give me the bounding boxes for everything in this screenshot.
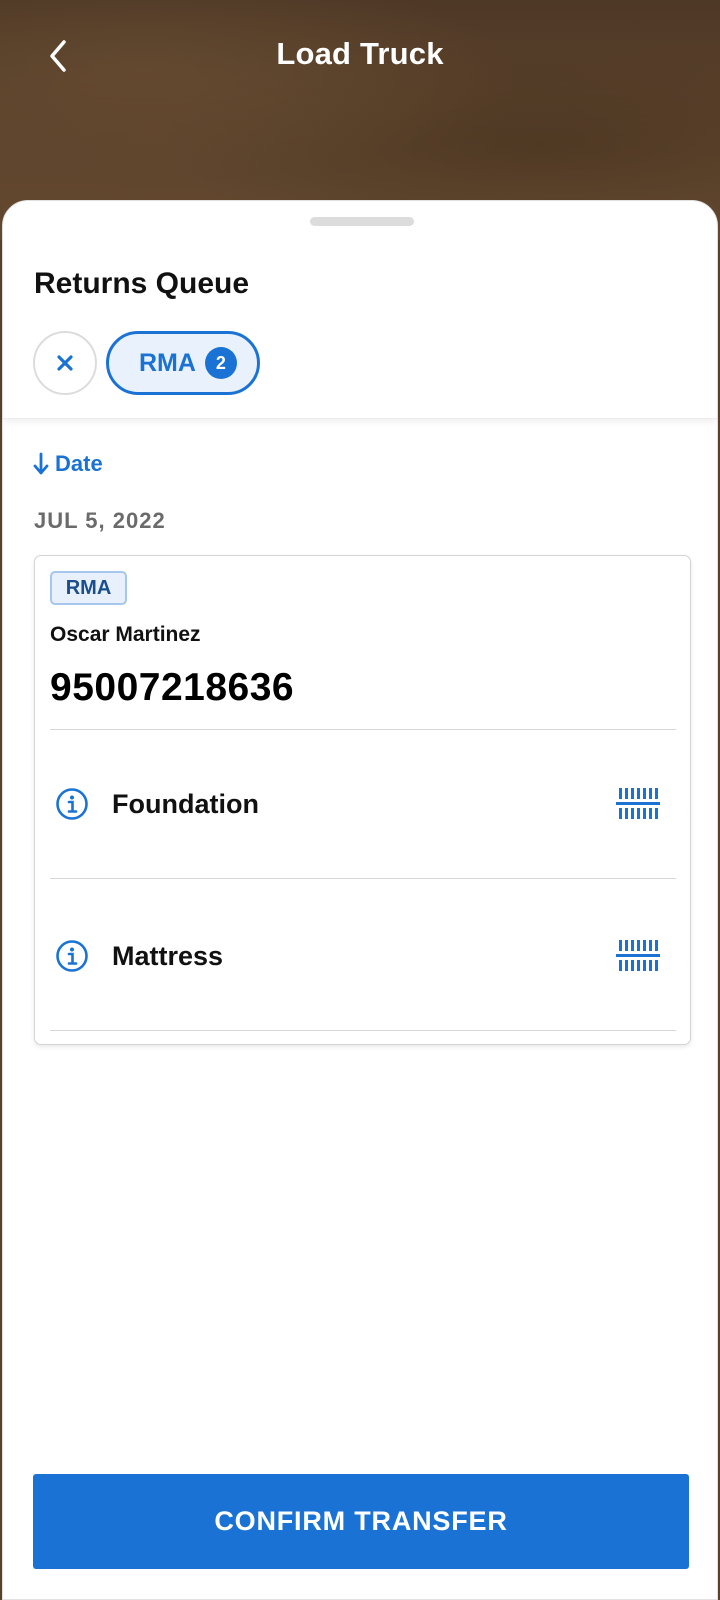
filter-count-badge: 2 <box>204 347 237 379</box>
order-card[interactable]: RMA Oscar Martinez 95007218636 Foundatio… <box>34 555 691 1045</box>
clear-filter-button[interactable] <box>33 331 97 395</box>
order-type-tag: RMA <box>50 571 127 605</box>
customer-name: Oscar Martinez <box>50 623 201 646</box>
sort-by-date-button[interactable]: Date <box>33 451 103 477</box>
sort-label: Date <box>55 451 103 476</box>
arrow-down-icon <box>33 452 49 475</box>
item-name: Foundation <box>112 788 259 819</box>
sheet-drag-handle[interactable] <box>310 217 414 226</box>
barcode-scan-icon[interactable] <box>616 938 660 974</box>
divider <box>50 1030 676 1031</box>
queue-title: Returns Queue <box>34 267 250 300</box>
page-title: Load Truck <box>276 36 444 71</box>
list-item: Foundation <box>35 774 690 834</box>
filter-chip-rma[interactable]: RMA 2 <box>106 331 260 395</box>
order-number: 95007218636 <box>50 666 295 709</box>
sheet-header: Returns Queue RMA 2 <box>3 201 717 419</box>
info-icon[interactable] <box>54 938 90 974</box>
barcode-scan-icon[interactable] <box>616 786 660 822</box>
divider <box>50 878 676 879</box>
confirm-transfer-button[interactable]: CONFIRM TRANSFER <box>33 1474 689 1569</box>
list-item: Mattress <box>35 926 690 986</box>
close-icon <box>57 355 73 371</box>
filter-chip-label: RMA <box>139 348 196 377</box>
item-name: Mattress <box>112 940 224 971</box>
divider <box>50 729 676 730</box>
group-date: JUL 5, 2022 <box>34 508 166 533</box>
info-icon[interactable] <box>54 786 90 822</box>
bottom-sheet: Returns Queue RMA 2 Date JUL 5, 2022 RMA… <box>2 200 718 1600</box>
